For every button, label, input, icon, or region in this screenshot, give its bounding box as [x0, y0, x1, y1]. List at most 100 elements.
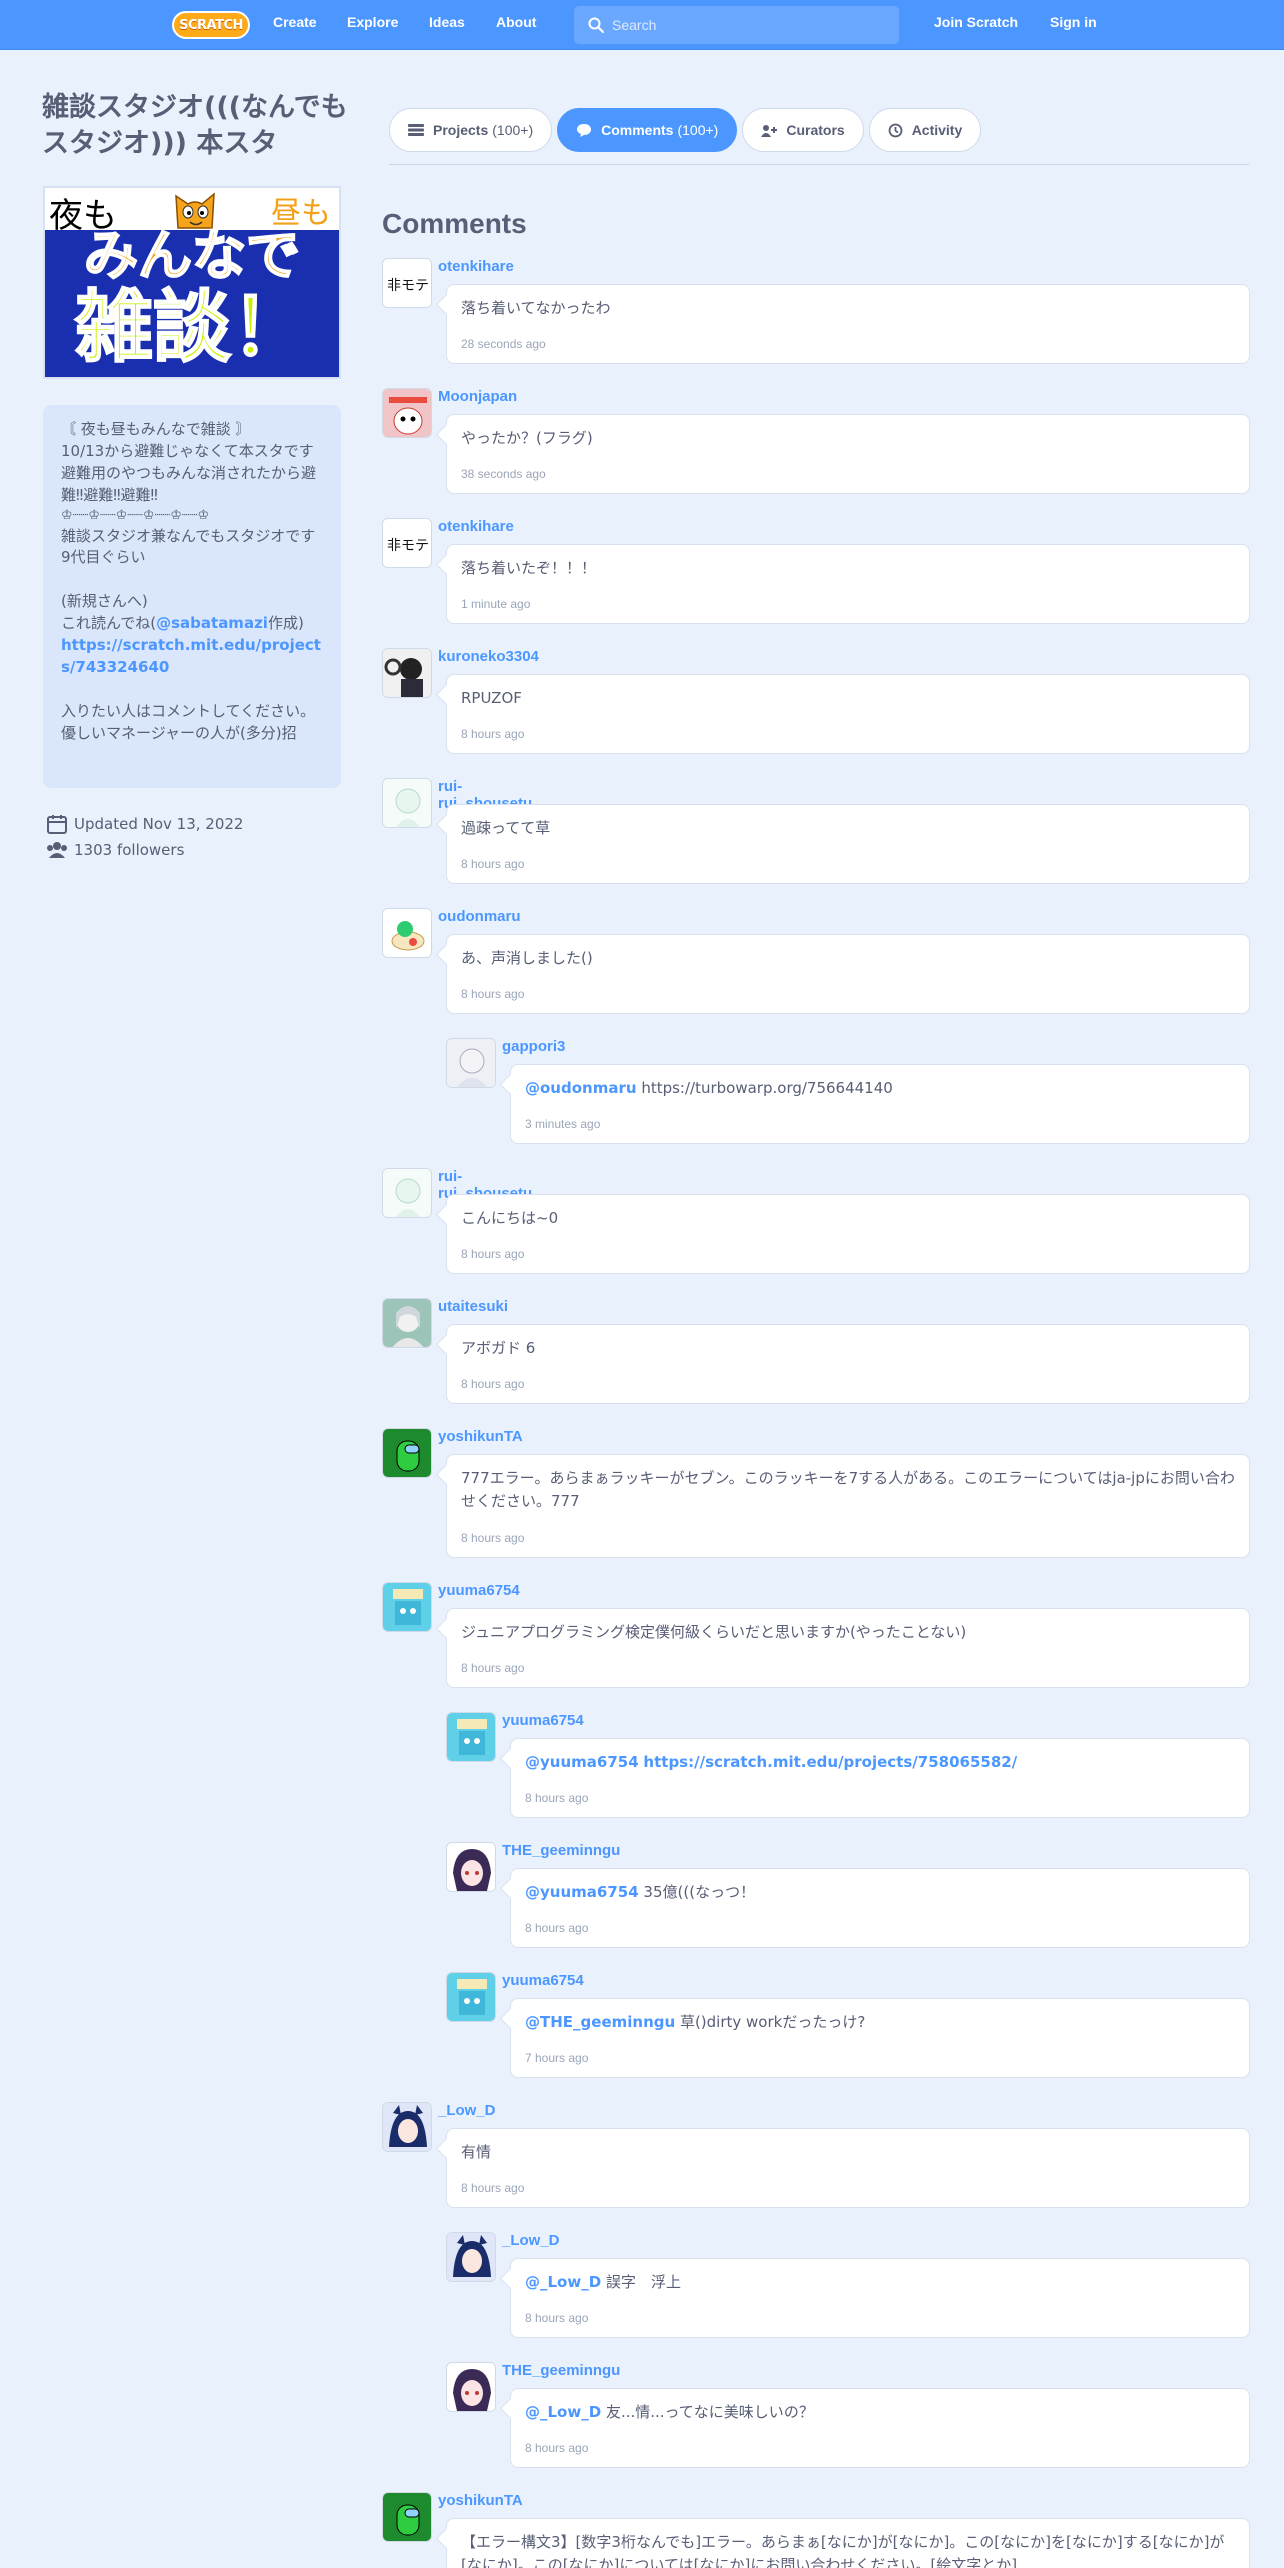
comment-time: 3 minutes ago	[525, 1117, 601, 1131]
desc-line: 〘 夜も昼もみんなで雑談 〙	[61, 420, 251, 438]
avatar[interactable]	[446, 1712, 496, 1762]
followers-info: 1303 followers	[46, 841, 184, 859]
comment-username[interactable]: yoshikunTA	[438, 1428, 523, 1445]
comment-username[interactable]: Moonjapan	[438, 388, 517, 405]
avatar[interactable]	[446, 2232, 496, 2282]
comment-text: @yuuma6754 https://scratch.mit.edu/proje…	[525, 1751, 1235, 1774]
comment-time: 8 hours ago	[461, 1661, 525, 1675]
tab-projects[interactable]: Projects (100+)	[389, 108, 553, 152]
comment-body: 35億(((なっつ！	[643, 1883, 756, 1901]
updated-date: Updated Nov 13, 2022	[74, 815, 244, 833]
comment-username[interactable]: oudonmaru	[438, 908, 521, 925]
comment-text: 落ち着いてなかったわ	[461, 299, 611, 317]
join-scratch-link[interactable]: Join Scratch	[934, 14, 1018, 30]
followers-icon	[47, 842, 67, 858]
comment-time: 8 hours ago	[525, 1921, 589, 1935]
tab-curators[interactable]: Curators	[742, 108, 864, 152]
comment-username[interactable]: yuuma6754	[502, 1972, 584, 1989]
avatar[interactable]	[382, 908, 432, 958]
comment-time: 8 hours ago	[461, 987, 525, 1001]
studio-title: 雑談スタジオ(((なんでもスタジオ))) 本スタ	[42, 92, 348, 160]
comment-body: 草()dirty workだったっけ?	[679, 2013, 866, 2031]
avatar[interactable]	[382, 648, 432, 698]
avatar[interactable]	[382, 778, 432, 828]
search-input[interactable]: Search	[574, 6, 899, 44]
avatar[interactable]	[382, 1582, 432, 1632]
svg-text:非モテ: 非モテ	[387, 278, 429, 294]
avatar[interactable]	[382, 388, 432, 438]
mention-link[interactable]: @_Low_D	[525, 2273, 601, 2291]
comment-bubble: 有情 8 hours ago	[446, 2128, 1250, 2208]
comment-body: 友...情...ってなに美味しいの？	[605, 2403, 814, 2421]
comment-bubble: 落ち着いたぞ！！！ 1 minute ago	[446, 544, 1250, 624]
comment-text: @_Low_D 誤字 浮上	[525, 2271, 1235, 2294]
comment-username[interactable]: utaitesuki	[438, 1298, 508, 1315]
comment-time: 8 hours ago	[525, 2311, 589, 2325]
comment-username[interactable]: gappori3	[502, 1038, 565, 1055]
comment-bubble: やったか？(フラグ) 38 seconds ago	[446, 414, 1250, 494]
projects-icon	[408, 124, 424, 136]
curators-icon	[761, 124, 778, 137]
tab-label: Projects	[433, 122, 489, 138]
avatar[interactable]	[382, 1168, 432, 1218]
tab-comments[interactable]: Comments (100+)	[557, 108, 738, 152]
nav-ideas[interactable]: Ideas	[429, 14, 465, 30]
comment-body: https://turbowarp.org/756644140	[641, 1079, 893, 1097]
tab-count: (100+)	[492, 122, 534, 138]
avatar[interactable]	[382, 2492, 432, 2542]
mention-link[interactable]: @oudonmaru	[525, 1079, 637, 1097]
comment-time: 8 hours ago	[461, 857, 525, 871]
comment-time: 28 seconds ago	[461, 337, 546, 351]
comment-text: 有情	[461, 2143, 492, 2161]
comment-bubble: こんにちは~0 8 hours ago	[446, 1194, 1250, 1274]
comment-username[interactable]: yuuma6754	[502, 1712, 584, 1729]
nav-explore[interactable]: Explore	[347, 14, 398, 30]
nav-about[interactable]: About	[496, 14, 536, 30]
mention-link[interactable]: @yuuma6754	[525, 1883, 639, 1901]
comment-bubble: 過疎ってて草 8 hours ago	[446, 804, 1250, 884]
avatar[interactable]	[446, 2362, 496, 2412]
avatar[interactable]	[446, 1972, 496, 2022]
comment-username[interactable]: THE_geeminngu	[502, 2362, 620, 2379]
comment-time: 7 hours ago	[525, 2051, 589, 2065]
comment-username[interactable]: otenkihare	[438, 518, 514, 535]
mention-link[interactable]: @sabatamazi	[156, 614, 268, 632]
tab-activity[interactable]: Activity	[868, 108, 982, 152]
avatar[interactable]: 非モテ	[382, 518, 432, 568]
project-link[interactable]: https://scratch.mit.edu/projects/7580655…	[643, 1753, 1017, 1771]
avatar[interactable]	[382, 1428, 432, 1478]
mention-link[interactable]: @THE_geeminngu	[525, 2013, 675, 2031]
avatar[interactable]	[446, 1842, 496, 1892]
comment-text: あ、声消しました()	[461, 949, 593, 967]
updated-info: Updated Nov 13, 2022	[46, 813, 243, 835]
avatar[interactable]	[382, 1298, 432, 1348]
nav-create[interactable]: Create	[273, 14, 317, 30]
scratch-logo[interactable]: SCRATCH	[172, 11, 250, 39]
project-link[interactable]: https://scratch.mit.edu/projects/7433246…	[61, 636, 321, 676]
comment-username[interactable]: yuuma6754	[438, 1582, 520, 1599]
desc-line: 10/13から避難じゃなくて本スタです	[61, 441, 314, 460]
search-placeholder: Search	[612, 17, 657, 33]
thumb-text-minna: みんなで	[83, 224, 301, 287]
comment-username[interactable]: otenkihare	[438, 258, 514, 275]
comment-text: @yuuma6754 35億(((なっつ！	[525, 1881, 1235, 1904]
mention-link[interactable]: @_Low_D	[525, 2403, 601, 2421]
svg-text:非モテ: 非モテ	[387, 538, 429, 554]
comment-username[interactable]: THE_geeminngu	[502, 1842, 620, 1859]
sign-in-link[interactable]: Sign in	[1050, 14, 1097, 30]
avatar[interactable]	[446, 1038, 496, 1088]
tab-label: Activity	[911, 122, 963, 138]
desc-line: ♔┈┈♔┈┈♔┈┈♔┈┈♔┈┈♔	[61, 507, 210, 523]
mention-link[interactable]: @yuuma6754	[525, 1753, 639, 1771]
avatar[interactable]: 非モテ	[382, 258, 432, 308]
comment-username[interactable]: _Low_D	[438, 2102, 496, 2119]
avatar[interactable]	[382, 2102, 432, 2152]
comment-text: こんにちは~0	[461, 1209, 559, 1227]
desc-line: (新規さんへ)	[61, 592, 148, 611]
comment-bubble: ジュニアプログラミング検定僕何級くらいだと思いますか(やったことない) 8 ho…	[446, 1608, 1250, 1688]
comment-time: 8 hours ago	[461, 1247, 525, 1261]
comment-username[interactable]: yoshikunTA	[438, 2492, 523, 2509]
comment-username[interactable]: kuroneko3304	[438, 648, 539, 665]
comment-time: 8 hours ago	[461, 1377, 525, 1391]
comment-username[interactable]: _Low_D	[502, 2232, 560, 2249]
